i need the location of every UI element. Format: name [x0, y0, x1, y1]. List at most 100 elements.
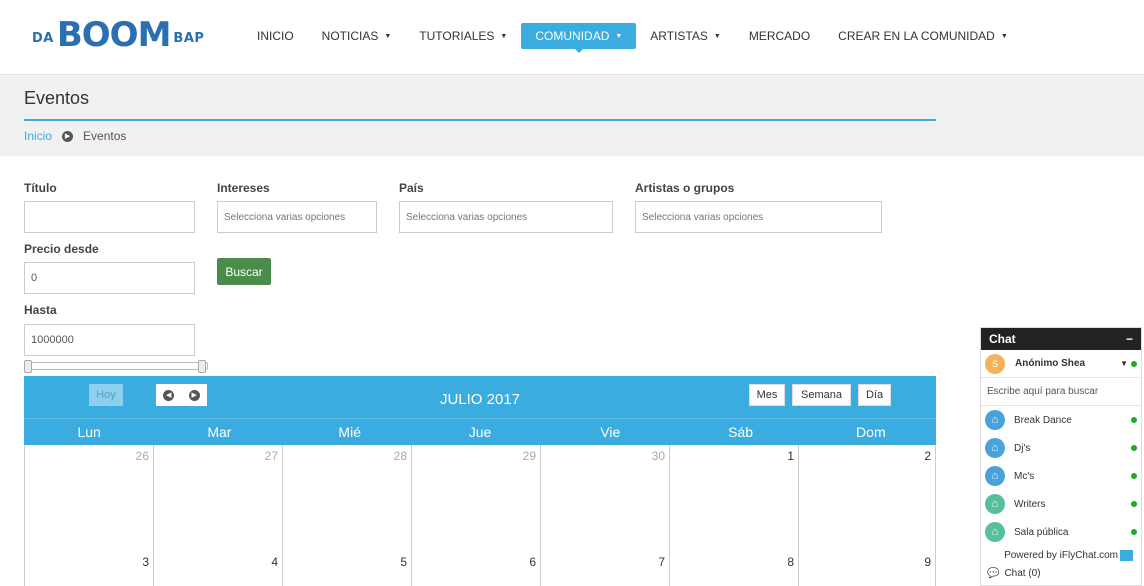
- nav-item-inicio[interactable]: INICIO: [243, 23, 308, 49]
- day-number: 2: [924, 449, 931, 463]
- nav-item-comunidad[interactable]: COMUNIDAD ▼: [521, 23, 637, 53]
- calendar-day-column[interactable]: 2 9: [799, 445, 936, 586]
- chat-current-user[interactable]: S Anónimo Shea ▼: [981, 350, 1141, 378]
- day-number: 1: [787, 449, 794, 463]
- home-icon: ⌂: [985, 494, 1005, 514]
- calendar-day-column[interactable]: 26 3: [25, 445, 154, 586]
- breadcrumb-home-link[interactable]: Inicio: [24, 129, 52, 143]
- titulo-input[interactable]: [24, 201, 195, 233]
- hasta-label: Hasta: [24, 303, 57, 317]
- nav-item-crear[interactable]: CREAR EN LA COMUNIDAD ▼: [824, 23, 1022, 49]
- intereses-label: Intereses: [217, 181, 270, 195]
- calendar-grid: 26 3 27 4 28 5 29 6 30 7 1 8 2 9: [24, 445, 936, 586]
- price-range-slider[interactable]: [24, 360, 212, 373]
- avatar: S: [985, 353, 1005, 374]
- logo-prefix: DA: [32, 31, 54, 46]
- calendar-day-column[interactable]: 30 7: [541, 445, 670, 586]
- iflychat-logo-icon: [1120, 549, 1133, 561]
- day-number: 26: [135, 449, 149, 463]
- slider-handle-max[interactable]: [198, 360, 206, 373]
- logo[interactable]: DA BOOM BAP: [32, 16, 204, 52]
- calendar-day-column[interactable]: 1 8: [670, 445, 799, 586]
- chat-user-name: Anónimo Shea: [1015, 358, 1086, 369]
- caret-down-icon: ▼: [1000, 32, 1008, 40]
- day-number: 28: [393, 449, 407, 463]
- weekday-label: Mié: [338, 424, 361, 440]
- nav-item-artistas[interactable]: ARTISTAS ▼: [636, 23, 735, 49]
- calendar-day-column[interactable]: 28 5: [283, 445, 412, 586]
- chat-room-name: Writers: [1014, 498, 1046, 510]
- caret-down-icon: ▼: [500, 32, 508, 40]
- online-status-icon: [1131, 501, 1137, 507]
- home-icon: ⌂: [985, 410, 1005, 430]
- chat-room-item[interactable]: ⌂ Writers: [981, 490, 1141, 518]
- chevron-right-icon: ▶: [62, 130, 74, 142]
- nav-item-noticias[interactable]: NOTICIAS ▼: [308, 23, 406, 49]
- minimize-icon[interactable]: −: [1126, 332, 1133, 346]
- weekday-label: Jue: [468, 424, 492, 440]
- chat-room-name: Sala pública: [1014, 526, 1069, 538]
- day-number: 6: [529, 555, 536, 569]
- chat-room-name: Break Dance: [1014, 414, 1072, 426]
- main-nav: INICIO NOTICIAS ▼ TUTORIALES ▼ COMUNIDAD ▼ …: [243, 23, 1022, 53]
- online-status-icon: [1131, 529, 1137, 535]
- chat-room-item[interactable]: ⌂ Break Dance: [981, 406, 1141, 434]
- caret-down-icon: ▼: [615, 32, 623, 40]
- breadcrumb: Inicio ▶ Eventos: [24, 129, 126, 143]
- chat-count: Chat (0): [1004, 567, 1041, 579]
- site-header: DA BOOM BAP INICIO NOTICIAS ▼ TUTORIALES ▼…: [0, 0, 1144, 75]
- day-number: 8: [787, 555, 794, 569]
- weekday-header: Lun Mar Mié Jue Vie Sáb Dom: [24, 418, 936, 445]
- day-number: 9: [924, 555, 931, 569]
- calendar-day-column[interactable]: 29 6: [412, 445, 541, 586]
- calendar-day-column[interactable]: 27 4: [154, 445, 283, 586]
- online-status-icon: [1131, 445, 1137, 451]
- home-icon: ⌂: [985, 522, 1005, 542]
- pais-select[interactable]: Selecciona varias opciones: [399, 201, 613, 233]
- chat-footer[interactable]: 💬 Chat (0): [981, 562, 1141, 584]
- slider-handle-min[interactable]: [24, 360, 32, 373]
- intereses-select[interactable]: Selecciona varias opciones: [217, 201, 377, 233]
- day-number: 27: [264, 449, 278, 463]
- chat-header[interactable]: Chat −: [981, 328, 1141, 350]
- online-status-icon: [1131, 417, 1137, 423]
- chat-search-input[interactable]: Escribe aquí para buscar: [981, 378, 1141, 406]
- logo-main: BOOM: [56, 15, 172, 55]
- chat-room-name: Dj's: [1014, 442, 1031, 454]
- artistas-select[interactable]: Selecciona varias opciones: [635, 201, 882, 233]
- chat-room-item[interactable]: ⌂ Mc's: [981, 462, 1141, 490]
- weekday-label: Sáb: [728, 424, 753, 440]
- chat-bubble-icon: 💬: [987, 567, 1000, 579]
- chat-room-item[interactable]: ⌂ Sala pública: [981, 518, 1141, 546]
- hasta-input[interactable]: 1000000: [24, 324, 195, 356]
- precio-desde-label: Precio desde: [24, 242, 99, 256]
- chat-title: Chat: [989, 332, 1016, 346]
- view-month-button[interactable]: Mes: [749, 384, 785, 406]
- weekday-label: Vie: [600, 424, 621, 440]
- view-week-button[interactable]: Semana: [792, 384, 851, 406]
- title-divider: [24, 119, 936, 121]
- weekday-label: Mar: [207, 424, 232, 440]
- day-number: 4: [271, 555, 278, 569]
- view-day-button[interactable]: Día: [858, 384, 891, 406]
- day-number: 30: [651, 449, 665, 463]
- titulo-label: Título: [24, 181, 57, 195]
- home-icon: ⌂: [985, 438, 1005, 458]
- artistas-label: Artistas o grupos: [635, 181, 735, 195]
- chat-room-item[interactable]: ⌂ Dj's: [981, 434, 1141, 462]
- slider-track: [28, 362, 208, 370]
- weekday-label: Lun: [77, 424, 101, 440]
- title-bar: Eventos Inicio ▶ Eventos: [0, 76, 1144, 156]
- caret-down-icon[interactable]: ▼: [1120, 359, 1128, 368]
- nav-item-mercado[interactable]: MERCADO: [735, 23, 824, 49]
- buscar-button[interactable]: Buscar: [217, 258, 271, 285]
- precio-desde-input[interactable]: 0: [24, 262, 195, 294]
- online-status-icon: [1131, 473, 1137, 479]
- chat-widget: Chat − S Anónimo Shea ▼ Escribe aquí par…: [980, 327, 1142, 586]
- nav-item-tutoriales[interactable]: TUTORIALES ▼: [405, 23, 521, 49]
- logo-suffix: BAP: [173, 31, 205, 46]
- chat-room-name: Mc's: [1014, 470, 1035, 482]
- calendar-toolbar: Hoy ◀ ▶ JULIO 2017 Mes Semana Día: [24, 376, 936, 418]
- page-title: Eventos: [24, 88, 90, 108]
- powered-by-link[interactable]: Powered by iFlyChat.com: [981, 548, 1141, 562]
